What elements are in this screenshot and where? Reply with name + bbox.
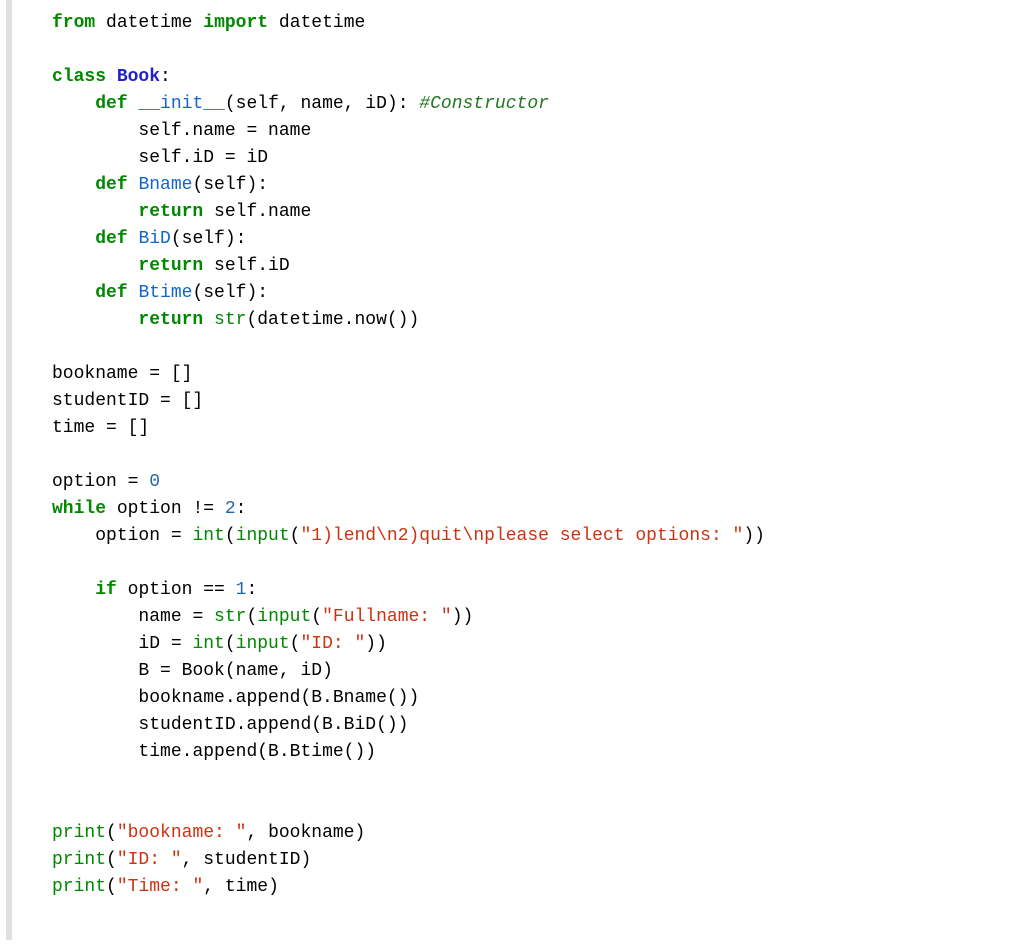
colon: : (236, 499, 247, 519)
self-args: (self): (171, 229, 247, 249)
paren-open: ( (106, 877, 117, 897)
comma: , (182, 850, 204, 870)
empty-list: = [] (95, 418, 149, 438)
paren-open: ( (290, 526, 301, 546)
append-btime: .append(B.Btime()) (182, 742, 376, 762)
paren-open: ( (106, 823, 117, 843)
assign-self-name: self.name = name (138, 121, 311, 141)
bi-print: print (52, 823, 106, 843)
init-args: (self, name, iD): (225, 94, 419, 114)
eqeq: == (192, 580, 235, 600)
bi-input: input (236, 634, 290, 654)
fn-bid: BiD (138, 229, 170, 249)
kw-def: def (95, 229, 127, 249)
append-bname: .append(B.Bname()) (225, 688, 419, 708)
append-bid: .append(B.BiD()) (236, 715, 409, 735)
str-fullname: "Fullname: " (322, 607, 452, 627)
kw-return: return (138, 202, 203, 222)
paren-close-close: )) (452, 607, 474, 627)
var-option: option (95, 526, 160, 546)
paren-close: ) (300, 850, 311, 870)
eq: = (160, 526, 192, 546)
bi-print: print (52, 877, 106, 897)
paren-close: ) (354, 823, 365, 843)
comma: , (246, 823, 268, 843)
var-bookname: bookname (268, 823, 354, 843)
eq: = (182, 607, 214, 627)
var-bookname: bookname (52, 364, 138, 384)
var-option: option (128, 580, 193, 600)
bi-print: print (52, 850, 106, 870)
kw-def: def (95, 283, 127, 303)
paren-open: ( (225, 526, 236, 546)
bi-input: input (257, 607, 311, 627)
paren-close-close: )) (743, 526, 765, 546)
var-option: option (52, 472, 117, 492)
num-2: 2 (225, 499, 236, 519)
kw-from: from (52, 13, 95, 33)
str-idlbl: "ID: " (117, 850, 182, 870)
var-time: time (138, 742, 181, 762)
mod-datetime: datetime (106, 13, 192, 33)
paren-close-close: )) (365, 634, 387, 654)
paren-close: ) (268, 877, 279, 897)
var-option: option (117, 499, 182, 519)
self-args: (self): (192, 175, 268, 195)
var-bookname: bookname (138, 688, 224, 708)
var-id: iD (138, 634, 160, 654)
mod-datetime-2: datetime (279, 13, 365, 33)
fn-init: __init__ (138, 94, 224, 114)
kw-import: import (203, 13, 268, 33)
kw-if: if (95, 580, 117, 600)
paren-open: ( (106, 850, 117, 870)
colon: : (246, 580, 257, 600)
paren-open: ( (246, 607, 257, 627)
kw-def: def (95, 94, 127, 114)
code-block: from datetime import datetime class Book… (6, 0, 1024, 940)
empty-list: = [] (138, 364, 192, 384)
comma: , (203, 877, 225, 897)
kw-class: class (52, 67, 106, 87)
bi-input: input (236, 526, 290, 546)
class-book: Book (117, 67, 160, 87)
var-studentid: studentID (138, 715, 235, 735)
fn-btime: Btime (138, 283, 192, 303)
ret-self-id: self.iD (203, 256, 289, 276)
eq: = (160, 634, 192, 654)
num-0: 0 (149, 472, 160, 492)
str-time: "Time: " (117, 877, 203, 897)
assign-self-id: self.iD = iD (138, 148, 268, 168)
str-id: "ID: " (300, 634, 365, 654)
kw-while: while (52, 499, 106, 519)
var-studentid: studentID (203, 850, 300, 870)
paren-open: ( (225, 634, 236, 654)
empty-list: = [] (149, 391, 203, 411)
self-args: (self): (192, 283, 268, 303)
neq: != (182, 499, 225, 519)
var-studentid: studentID (52, 391, 149, 411)
str-bookname: "bookname: " (117, 823, 247, 843)
str-menu: "1)lend\n2)quit\nplease select options: … (300, 526, 743, 546)
bi-int: int (192, 634, 224, 654)
eq: = (117, 472, 149, 492)
paren-open: ( (311, 607, 322, 627)
bi-int: int (192, 526, 224, 546)
kw-return: return (138, 310, 203, 330)
dt-now-call: (datetime.now()) (246, 310, 419, 330)
book-call: = Book(name, iD) (149, 661, 333, 681)
kw-def: def (95, 175, 127, 195)
paren-open: ( (290, 634, 301, 654)
var-name: name (138, 607, 181, 627)
ret-self-name: self.name (203, 202, 311, 222)
bi-str: str (214, 607, 246, 627)
colon: : (160, 67, 171, 87)
comment-constructor: #Constructor (419, 94, 549, 114)
num-1: 1 (236, 580, 247, 600)
kw-return: return (138, 256, 203, 276)
var-time: time (52, 418, 95, 438)
var-b: B (138, 661, 149, 681)
bi-str: str (214, 310, 246, 330)
fn-bname: Bname (138, 175, 192, 195)
var-time: time (225, 877, 268, 897)
